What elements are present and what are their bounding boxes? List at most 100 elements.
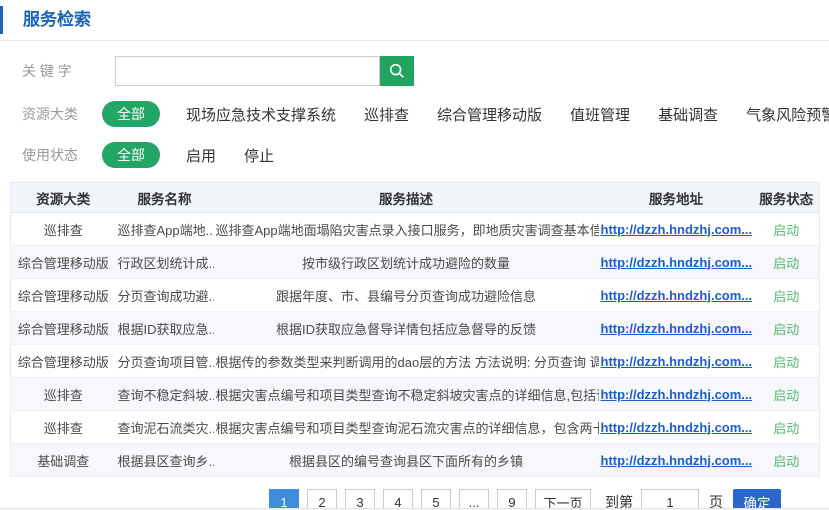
table-row: 巡排查查询泥石流类灾...根据灾害点编号和项目类型查询泥石流灾害点的详细信息，包… (11, 411, 820, 444)
table-row: 巡排查巡排查App端地...巡排查App端地面塌陷灾害点录入接口服务，即地质灾害… (11, 213, 820, 246)
header-service-name: 服务名称 (116, 183, 214, 213)
service-name-cell: 巡排查App端地... (116, 213, 214, 246)
filter-option-selected[interactable]: 全部 (102, 101, 160, 127)
filter-option[interactable]: 现场应急技术支撑系统 (186, 104, 336, 125)
service-url-link[interactable]: http://dzzh.hndzhj.com... (601, 288, 753, 303)
service-url-link-cell: http://dzzh.hndzhj.com... (599, 279, 754, 312)
service-status-cell: 启动 (754, 279, 820, 312)
search-icon (388, 62, 406, 80)
service-status-cell: 启动 (754, 444, 820, 477)
service-url-link[interactable]: http://dzzh.hndzhj.com... (601, 420, 753, 435)
page-button-5[interactable]: 5 (421, 489, 451, 510)
header-service-description: 服务描述 (214, 183, 599, 213)
service-description-cell: 根据县区的编号查询县区下面所有的乡镇 (214, 444, 599, 477)
service-status-cell: 启动 (754, 213, 820, 246)
header-resource-category: 资源大类 (11, 183, 116, 213)
service-url-link-cell: http://dzzh.hndzhj.com... (599, 411, 754, 444)
service-url-link-cell: http://dzzh.hndzhj.com... (599, 312, 754, 345)
service-url-link-cell: http://dzzh.hndzhj.com... (599, 213, 754, 246)
filter-option[interactable]: 值班管理 (570, 104, 630, 125)
service-name-cell: 查询不稳定斜坡... (116, 378, 214, 411)
resource-category-cell: 综合管理移动版 (11, 246, 116, 279)
page-ellipsis[interactable]: ... (459, 489, 489, 510)
page-button-4[interactable]: 4 (383, 489, 413, 510)
service-status-cell: 启动 (754, 345, 820, 378)
table-row: 综合管理移动版分页查询项目管...根据传的参数类型来判断调用的dao层的方法 方… (11, 345, 820, 378)
service-url-link[interactable]: http://dzzh.hndzhj.com... (601, 453, 753, 468)
keyword-row: 关 键 字 (22, 56, 829, 86)
status-badge: 启动 (773, 421, 799, 436)
goto-page-input[interactable] (641, 489, 699, 510)
service-status-cell: 启动 (754, 378, 820, 411)
service-description-cell: 跟据年度、市、县编号分页查询成功避险信息 (214, 279, 599, 312)
resource-category-cell: 基础调查 (11, 444, 116, 477)
service-description-cell: 按市级行政区划统计成功避险的数量 (214, 246, 599, 279)
filter-options: 全部 现场应急技术支撑系统 巡排查 综合管理移动版 值班管理 基础调查 气象风险预警系统 (102, 101, 829, 127)
keyword-input[interactable] (115, 56, 380, 86)
table-row: 基础调查根据县区查询乡...根据县区的编号查询县区下面所有的乡镇http://d… (11, 444, 820, 477)
service-url-link-cell: http://dzzh.hndzhj.com... (599, 246, 754, 279)
status-badge: 启动 (773, 256, 799, 271)
service-name-cell: 根据县区查询乡... (116, 444, 214, 477)
resource-category-cell: 巡排查 (11, 378, 116, 411)
table-body: 巡排查巡排查App端地...巡排查App端地面塌陷灾害点录入接口服务，即地质灾害… (11, 213, 820, 477)
table-row: 巡排查查询不稳定斜坡...根据灾害点编号和项目类型查询不稳定斜坡灾害点的详细信息… (11, 378, 820, 411)
resource-category-cell: 巡排查 (11, 213, 116, 246)
table-row: 综合管理移动版行政区划统计成...按市级行政区划统计成功避险的数量http://… (11, 246, 820, 279)
service-url-link[interactable]: http://dzzh.hndzhj.com... (601, 387, 753, 402)
service-name-cell: 根据ID获取应急... (116, 312, 214, 345)
service-description-cell: 巡排查App端地面塌陷灾害点录入接口服务，即地质灾害调查基本信... (214, 213, 599, 246)
status-badge: 启动 (773, 289, 799, 304)
filter-label: 使用状态 (22, 145, 82, 165)
service-url-link-cell: http://dzzh.hndzhj.com... (599, 378, 754, 411)
status-badge: 启动 (773, 223, 799, 238)
filter-option[interactable]: 基础调查 (658, 104, 718, 125)
status-badge: 启动 (773, 322, 799, 337)
status-badge: 启动 (773, 355, 799, 370)
filter-option[interactable]: 综合管理移动版 (437, 104, 542, 125)
service-url-link[interactable]: http://dzzh.hndzhj.com... (601, 354, 753, 369)
service-description-cell: 根据ID获取应急督导详情包括应急督导的反馈 (214, 312, 599, 345)
header-service-url: 服务地址 (599, 183, 754, 213)
service-search-panel: 服务检索 关 键 字 资源大类 全部现场应急技术支撑系统巡排查综合管理移动版值班… (0, 6, 829, 510)
table-row: 综合管理移动版分页查询成功避...跟据年度、市、县编号分页查询成功避险信息htt… (11, 279, 820, 312)
filter-option[interactable]: 启用 (186, 145, 216, 166)
next-page-button[interactable]: 下一页 (535, 489, 591, 510)
service-name-cell: 分页查询项目管... (116, 345, 214, 378)
page-button-1[interactable]: 1 (269, 489, 299, 510)
keyword-label: 关 键 字 (22, 61, 82, 81)
service-url-link[interactable]: http://dzzh.hndzhj.com... (601, 222, 753, 237)
filter-option[interactable]: 停止 (244, 145, 274, 166)
filter-row-resource-category: 资源大类 全部现场应急技术支撑系统巡排查综合管理移动版值班管理基础调查气象风险预… (22, 101, 829, 127)
filter-row-usage-status: 使用状态 全部 启用 停止 (22, 142, 829, 168)
service-description-cell: 根据传的参数类型来判断调用的dao层的方法 方法说明: 分页查询 调... (214, 345, 599, 378)
service-name-cell: 分页查询成功避... (116, 279, 214, 312)
header-service-status: 服务状态 (754, 183, 820, 213)
page-buttons: 12345... 9 (269, 489, 535, 510)
service-description-cell: 根据灾害点编号和项目类型查询不稳定斜坡灾害点的详细信息,包括详... (214, 378, 599, 411)
resource-category-cell: 巡排查 (11, 411, 116, 444)
service-name-cell: 查询泥石流类灾... (116, 411, 214, 444)
resource-category-cell: 综合管理移动版 (11, 312, 116, 345)
service-url-link-cell: http://dzzh.hndzhj.com... (599, 444, 754, 477)
filter-option[interactable]: 巡排查 (364, 104, 409, 125)
filter-option[interactable]: 气象风险预警系统 (746, 104, 829, 125)
service-description-cell: 根据灾害点编号和项目类型查询泥石流灾害点的详细信息，包含两卡... (214, 411, 599, 444)
resource-category-cell: 综合管理移动版 (11, 345, 116, 378)
filter-options: 全部 启用 停止 (102, 142, 302, 168)
service-url-link[interactable]: http://dzzh.hndzhj.com... (601, 321, 753, 336)
pagination: 12345...9 下一页 到第 页 确定 (0, 489, 829, 510)
page-title: 服务检索 (23, 10, 91, 29)
page-button-9[interactable]: 9 (497, 489, 527, 510)
page-button-2[interactable]: 2 (307, 489, 337, 510)
status-badge: 启动 (773, 388, 799, 403)
service-url-link-cell: http://dzzh.hndzhj.com... (599, 345, 754, 378)
services-table: 资源大类 服务名称 服务描述 服务地址 服务状态 巡排查巡排查App端地...巡… (10, 182, 820, 477)
table-header: 资源大类 服务名称 服务描述 服务地址 服务状态 (11, 183, 820, 213)
filter-option-selected[interactable]: 全部 (102, 142, 160, 168)
confirm-button[interactable]: 确定 (733, 489, 781, 510)
divider (0, 40, 829, 41)
service-url-link[interactable]: http://dzzh.hndzhj.com... (601, 255, 753, 270)
page-button-3[interactable]: 3 (345, 489, 375, 510)
search-button[interactable] (380, 56, 414, 86)
